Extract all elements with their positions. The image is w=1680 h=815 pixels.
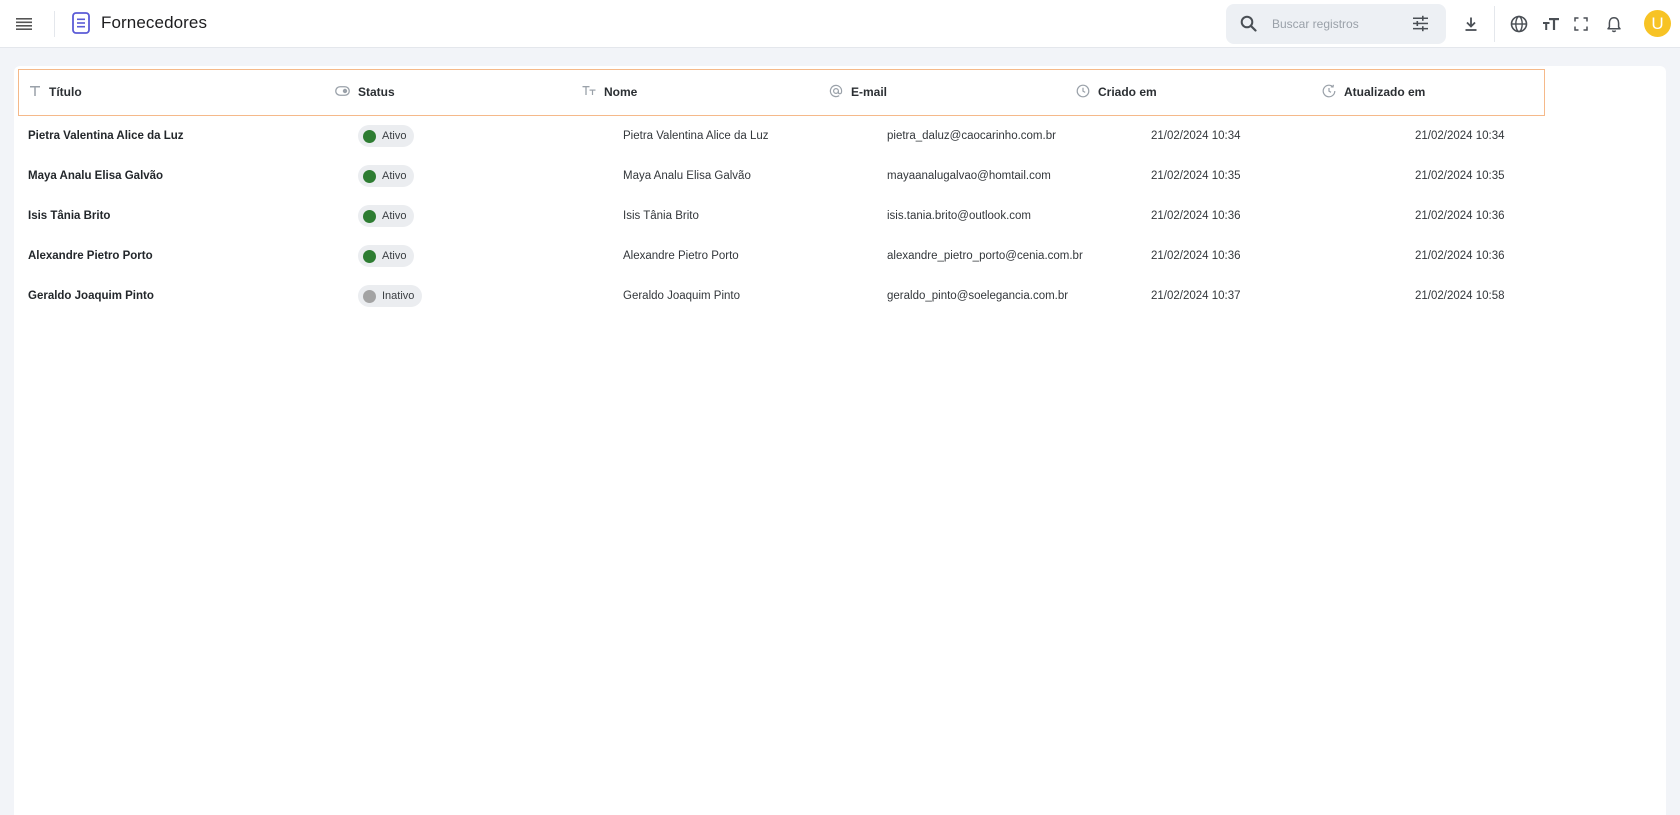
column-header-label: Nome (604, 85, 638, 99)
cell-titulo: Pietra Valentina Alice da Luz (28, 130, 184, 142)
cell-titulo: Isis Tânia Brito (28, 210, 111, 222)
cell-criado-em: 21/02/2024 10:34 (1151, 130, 1241, 142)
cell-nome: Geraldo Joaquim Pinto (623, 290, 740, 302)
cell-titulo: Maya Analu Elisa Galvão (28, 170, 164, 182)
download-icon[interactable] (1460, 13, 1482, 35)
text-size-icon (582, 85, 596, 99)
status-dot (363, 289, 376, 303)
cell-status: Ativo (358, 196, 415, 236)
column-header-nome[interactable]: Nome (582, 70, 637, 114)
column-header-label: Título (49, 85, 82, 99)
page-title: Fornecedores (101, 13, 208, 32)
text-size-icon[interactable] (1540, 13, 1562, 35)
cell-nome: Maya Analu Elisa Galvão (623, 170, 751, 182)
cell-atualizado-em: 21/02/2024 10:34 (1415, 130, 1505, 142)
status-label: Inativo (382, 290, 415, 302)
top-bar: Fornecedores U (0, 0, 1680, 48)
cell-email: isis.tania.brito@outlook.com (887, 210, 1031, 222)
cell-atualizado-em: 21/02/2024 10:58 (1415, 290, 1505, 302)
column-header-label: E-mail (851, 85, 888, 99)
table-row[interactable]: Geraldo Joaquim Pinto Inativo Geraldo Jo… (14, 276, 1554, 316)
cell-email: mayaanalugalvao@homtail.com (887, 170, 1051, 182)
globe-icon[interactable] (1508, 13, 1530, 35)
suppliers-table: Título Status Nome E-mail Criado em Atua… (14, 66, 1666, 815)
clock-refresh-icon (1322, 84, 1336, 101)
cell-email: pietra_daluz@caocarinho.com.br (887, 130, 1056, 142)
topbar-divider (54, 11, 55, 37)
cell-nome: Alexandre Pietro Porto (623, 250, 739, 262)
cell-email: geraldo_pinto@soelegancia.com.br (887, 290, 1069, 302)
at-icon (829, 84, 843, 101)
text-icon (29, 85, 41, 100)
column-header-criado-em[interactable]: Criado em (1076, 70, 1157, 114)
table-row[interactable]: Pietra Valentina Alice da Luz Ativo Piet… (14, 116, 1554, 156)
cell-atualizado-em: 21/02/2024 10:36 (1415, 250, 1505, 262)
cell-email: alexandre_pietro_porto@cenia.com.br (887, 250, 1083, 262)
cell-criado-em: 21/02/2024 10:35 (1151, 170, 1241, 182)
cell-atualizado-em: 21/02/2024 10:35 (1415, 170, 1505, 182)
column-header-atualizado-em[interactable]: Atualizado em (1322, 70, 1425, 114)
table-row[interactable]: Maya Analu Elisa Galvão Ativo Maya Analu… (14, 156, 1554, 196)
cell-nome: Pietra Valentina Alice da Luz (623, 130, 769, 142)
toggle-icon (335, 85, 350, 99)
status-badge: Inativo (358, 285, 423, 307)
search-box (1226, 4, 1446, 44)
cell-titulo: Alexandre Pietro Porto (28, 250, 153, 262)
cell-status: Ativo (358, 156, 415, 196)
cell-status: Ativo (358, 116, 415, 156)
cell-status: Ativo (358, 236, 415, 276)
cell-titulo: Geraldo Joaquim Pinto (28, 290, 154, 302)
menu-icon[interactable] (14, 14, 34, 34)
status-label: Ativo (382, 170, 407, 182)
column-header-email[interactable]: E-mail (829, 70, 887, 114)
document-icon (72, 12, 90, 34)
status-label: Ativo (382, 250, 407, 262)
toolbar-divider (1494, 6, 1495, 42)
status-label: Ativo (382, 210, 407, 222)
status-dot (363, 249, 376, 263)
status-dot (363, 169, 376, 183)
status-dot (363, 209, 376, 223)
column-header-label: Status (358, 85, 395, 99)
column-header-status[interactable]: Status (335, 70, 395, 114)
column-header-titulo[interactable]: Título (29, 70, 82, 114)
column-header-label: Atualizado em (1344, 85, 1426, 99)
cell-criado-em: 21/02/2024 10:36 (1151, 250, 1241, 262)
search-input[interactable] (1272, 14, 1392, 34)
cell-nome: Isis Tânia Brito (623, 210, 699, 222)
filter-sliders-icon[interactable] (1412, 15, 1429, 37)
fullscreen-icon[interactable] (1570, 13, 1592, 35)
avatar[interactable]: U (1644, 10, 1671, 37)
search-icon (1240, 15, 1257, 37)
status-badge: Ativo (358, 165, 415, 187)
clock-icon (1076, 84, 1090, 101)
cell-criado-em: 21/02/2024 10:36 (1151, 210, 1241, 222)
cell-atualizado-em: 21/02/2024 10:36 (1415, 210, 1505, 222)
cell-criado-em: 21/02/2024 10:37 (1151, 290, 1241, 302)
table-row[interactable]: Alexandre Pietro Porto Ativo Alexandre P… (14, 236, 1554, 276)
cell-status: Inativo (358, 276, 423, 316)
status-badge: Ativo (358, 245, 415, 267)
status-dot (363, 129, 376, 143)
status-badge: Ativo (358, 125, 415, 147)
column-header-label: Criado em (1098, 85, 1157, 99)
status-label: Ativo (382, 130, 407, 142)
bell-icon[interactable] (1603, 13, 1625, 35)
table-header: Título Status Nome E-mail Criado em Atua… (18, 69, 1545, 116)
status-badge: Ativo (358, 205, 415, 227)
table-row[interactable]: Isis Tânia Brito Ativo Isis Tânia Brito … (14, 196, 1554, 236)
